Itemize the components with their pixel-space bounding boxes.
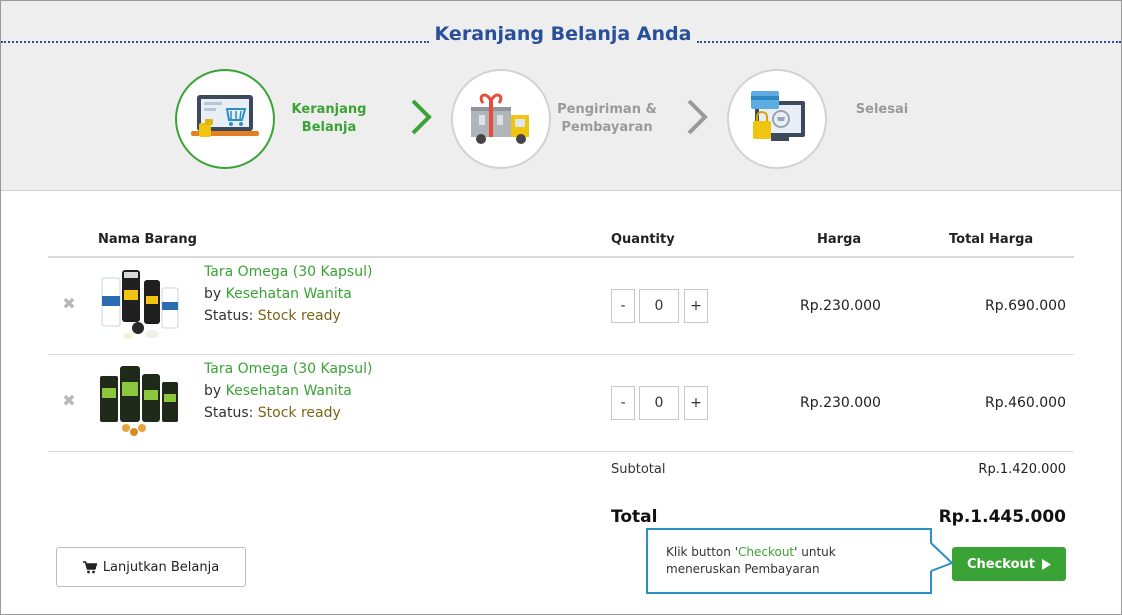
callout-line-2: meneruskan Pembayaran (666, 562, 820, 576)
item-total-price: Rp.460.000 (985, 395, 1066, 411)
checkout-button[interactable]: Checkout (952, 547, 1066, 581)
col-header-quantity: Quantity (611, 232, 675, 247)
status-prefix: Status: (204, 405, 254, 421)
step-shipping-label: Pengiriman & Pembayaran (557, 102, 657, 135)
quantity-plus-button[interactable]: + (684, 386, 708, 420)
brand-link[interactable]: Kesehatan Wanita (226, 286, 352, 302)
checkout-progress-header: Keranjang Belanja Anda Keranjang Belanja (1, 1, 1121, 191)
callout-highlight: Checkout (738, 545, 795, 559)
shopping-cart-icon (82, 560, 97, 573)
continue-shopping-label: Lanjutkan Belanja (102, 559, 220, 575)
total-label: Total (611, 507, 658, 527)
quantity-minus-button[interactable]: - (611, 289, 635, 323)
product-image (101, 270, 179, 339)
page-title: Keranjang Belanja Anda (434, 23, 692, 45)
col-header-total: Total Harga (949, 232, 1034, 247)
col-header-price: Harga (817, 232, 862, 247)
quantity-input[interactable]: 0 (639, 289, 679, 323)
quantity-plus-button[interactable]: + (684, 289, 708, 323)
checkout-label: Checkout (966, 556, 1035, 572)
subtotal-label: Subtotal (611, 462, 666, 477)
callout-pointer-icon (930, 542, 954, 572)
step-arrow-green-icon (411, 99, 432, 135)
col-header-product: Nama Barang (98, 232, 197, 247)
row-divider (48, 354, 1074, 355)
step-cart-circle (175, 69, 275, 169)
continue-shopping-button[interactable]: Lanjutkan Belanja (56, 547, 246, 587)
quantity-minus-button[interactable]: - (611, 386, 635, 420)
total-value: Rp.1.445.000 (938, 507, 1066, 527)
product-status-line: Status: Stock ready (204, 405, 341, 421)
item-price: Rp.230.000 (800, 395, 881, 411)
delivery-truck-icon (471, 93, 529, 144)
quantity-input[interactable]: 0 (639, 386, 679, 420)
brand-link[interactable]: Kesehatan Wanita (226, 383, 352, 399)
status-badge: Stock ready (257, 308, 341, 324)
product-brand-line: by Kesehatan Wanita (204, 383, 352, 399)
step-finish-label: Selesai (855, 102, 909, 117)
status-prefix: Status: (204, 308, 254, 324)
product-image (100, 366, 178, 436)
item-price: Rp.230.000 (800, 298, 881, 314)
laptop-cart-icon (191, 95, 259, 137)
title-divider-right (697, 41, 1121, 43)
by-prefix: by (204, 286, 222, 302)
row-divider (48, 451, 1074, 452)
step-cart-label: Keranjang Belanja (291, 102, 367, 135)
product-brand-line: by Kesehatan Wanita (204, 286, 352, 302)
play-arrow-icon (1042, 558, 1051, 570)
product-status-line: Status: Stock ready (204, 308, 341, 324)
subtotal-value: Rp.1.420.000 (978, 462, 1066, 477)
step-arrow-gray-icon (687, 99, 708, 135)
product-name-link[interactable]: Tara Omega (30 Kapsul) (204, 361, 372, 377)
checkout-hint-callout: Klik button 'Checkout' untuk meneruskan … (646, 528, 932, 594)
item-total-price: Rp.690.000 (985, 298, 1066, 314)
callout-line-1: Klik button 'Checkout' untuk (666, 545, 836, 559)
remove-item-icon[interactable]: ✖ (60, 392, 78, 410)
product-name-link[interactable]: Tara Omega (30 Kapsul) (204, 264, 372, 280)
by-prefix: by (204, 383, 222, 399)
remove-item-icon[interactable]: ✖ (60, 295, 78, 313)
step-finish-circle (727, 69, 827, 169)
table-header-divider (48, 256, 1074, 258)
payment-monitor-icon (751, 91, 805, 141)
status-badge: Stock ready (257, 405, 341, 421)
step-shipping-circle (451, 69, 551, 169)
title-divider-left (1, 41, 429, 43)
